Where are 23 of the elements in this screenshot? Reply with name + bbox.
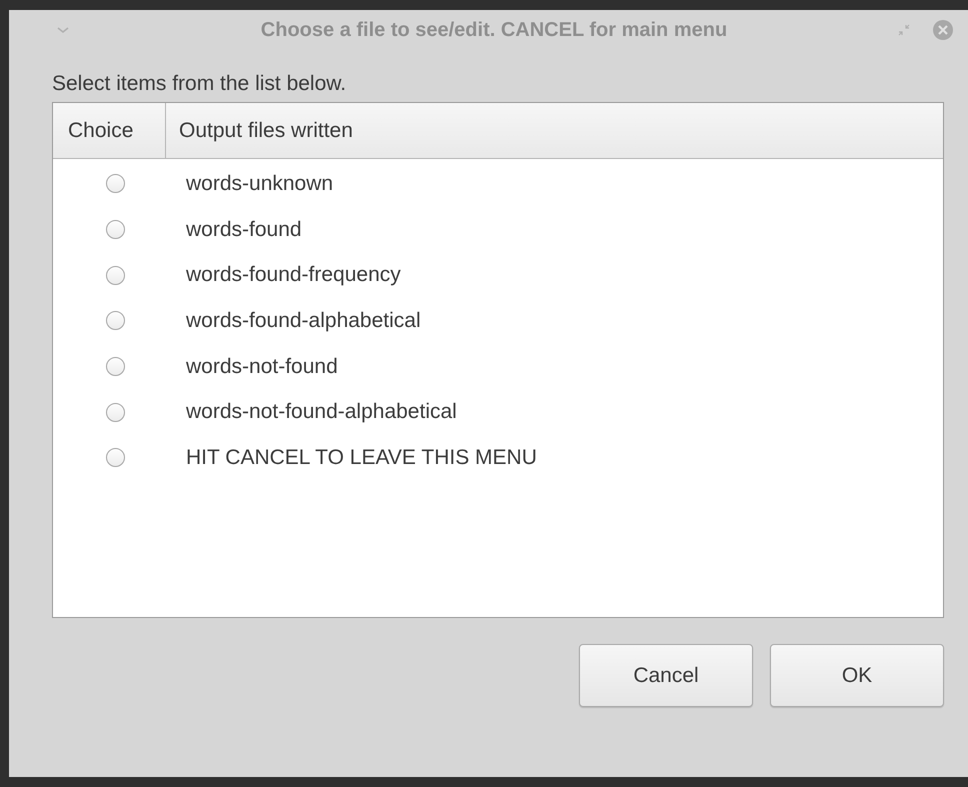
radio-button[interactable] (106, 402, 125, 422)
list-item-label[interactable]: words-found-alphabetical (178, 308, 421, 333)
radio-button[interactable] (106, 357, 125, 376)
list-item-label[interactable]: words-not-found-alphabetical (178, 400, 457, 424)
radio-button[interactable] (106, 174, 125, 194)
radio-button[interactable] (106, 311, 125, 330)
chevron-icon[interactable] (56, 26, 70, 34)
ok-button[interactable]: OK (770, 644, 944, 707)
list-item-label[interactable]: words-not-found (178, 354, 338, 379)
list-item-label[interactable]: words-found (178, 218, 302, 242)
cancel-button[interactable]: Cancel (579, 644, 753, 707)
list-item-label[interactable]: words-unknown (178, 172, 334, 196)
list-item-label[interactable]: HIT CANCEL TO LEAVE THIS MENU (178, 446, 537, 470)
window-title: Choose a file to see/edit. CANCEL for main menu (260, 18, 728, 42)
column-header[interactable]: Choice (53, 103, 166, 158)
radio-button[interactable] (106, 220, 125, 240)
radio-button[interactable] (106, 448, 125, 468)
column-header[interactable]: Output files written (166, 103, 943, 158)
close-icon[interactable] (932, 19, 954, 41)
prompt-text: Select items from the list below. (52, 71, 348, 97)
radio-button[interactable] (106, 266, 125, 285)
list-item-label[interactable]: words-found-frequency (178, 263, 401, 288)
restore-icon[interactable] (898, 24, 910, 36)
